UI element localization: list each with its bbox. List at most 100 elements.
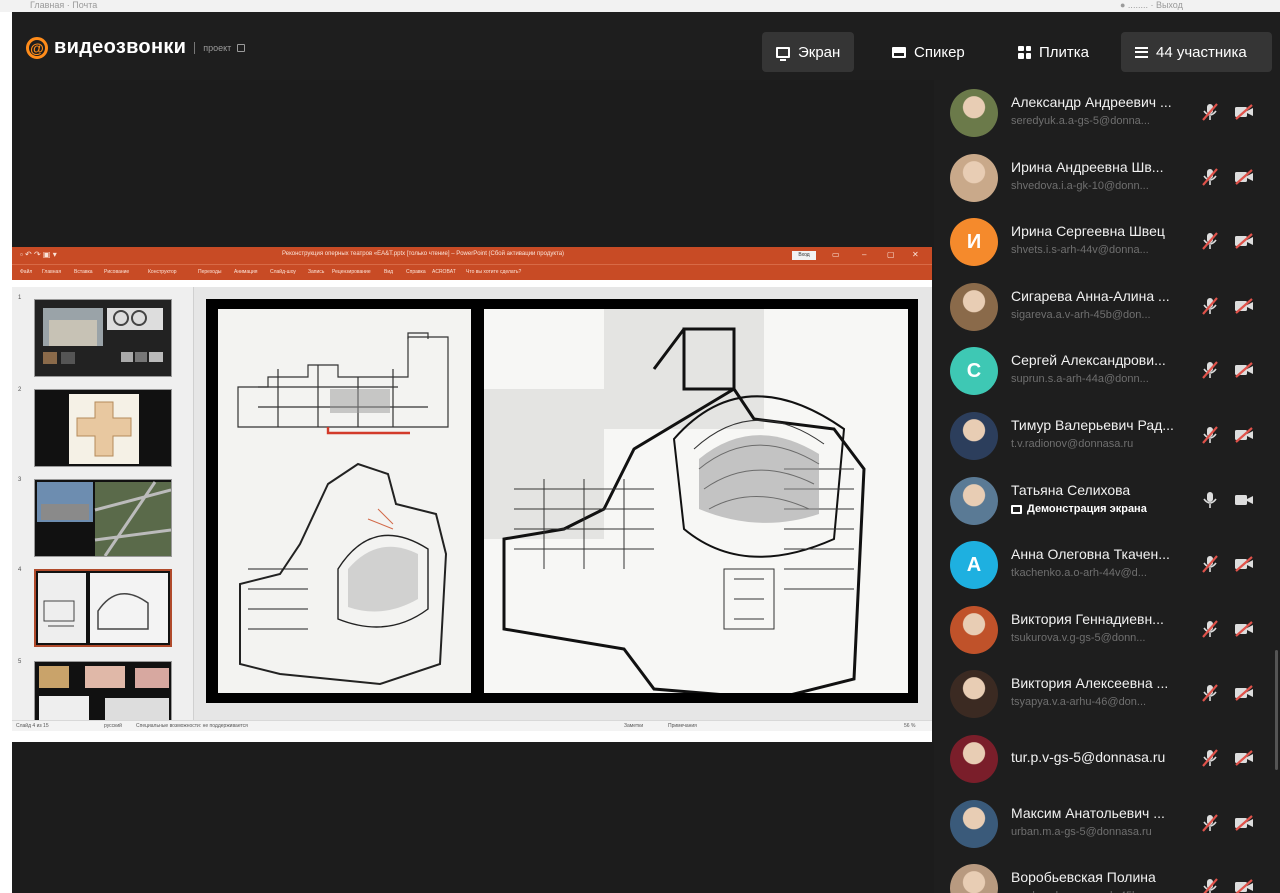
ribbon-tab[interactable]: Анимация: [234, 269, 257, 275]
mic-muted-icon[interactable]: [1201, 877, 1219, 893]
mic-muted-icon[interactable]: [1201, 360, 1219, 380]
participant-row[interactable]: Воробьевская Полинаvorobevskaya.p.s-arh-…: [934, 855, 1280, 893]
participant-row[interactable]: А Анна Олеговна Ткачен... tkachenko.a.o-ar…: [934, 532, 1280, 596]
status-slide-count: Слайд 4 из 15: [16, 723, 49, 729]
participant-email: t.v.radionov@donnasa.ru: [1011, 438, 1134, 450]
camera-off-icon[interactable]: [1234, 427, 1254, 443]
slide-number: 4: [18, 567, 22, 573]
ribbon-tab[interactable]: Что вы хотите сделать?: [466, 269, 521, 275]
avatar: С: [950, 347, 998, 396]
participant-row[interactable]: tur.p.v-gs-5@donnasa.ru: [934, 726, 1280, 790]
logo-project-label: проект: [203, 42, 232, 53]
mic-muted-icon[interactable]: [1201, 167, 1219, 187]
slide-thumbnail-1[interactable]: [34, 299, 172, 377]
participant-row[interactable]: И Ирина Сергеевна Швец shvets.i.s-arh-44v@…: [934, 209, 1280, 273]
ribbon-tab[interactable]: Конструктор: [148, 269, 177, 275]
camera-off-icon[interactable]: [1234, 620, 1254, 637]
slide-thumbnail-3[interactable]: [34, 479, 172, 557]
app-logo[interactable]: @ видеозвонки проект: [26, 36, 246, 59]
participant-name: Анна Олеговна Ткачен...: [1011, 546, 1170, 563]
camera-off-icon[interactable]: [1234, 233, 1254, 250]
participant-row[interactable]: С Сергей Александрови... suprun.s.a-arh-44…: [934, 338, 1280, 402]
mic-icon[interactable]: [1201, 490, 1219, 510]
avatar: [950, 735, 998, 783]
participant-row[interactable]: Ирина Андреевна Шв... shvedova.i.a-gk-10@…: [934, 145, 1280, 209]
participant-name: Сергей Александрови...: [1011, 352, 1166, 369]
avatar: [950, 799, 998, 848]
slide-number: 5: [18, 659, 22, 665]
logo-divider: [194, 41, 196, 54]
slide-thumbnail-2[interactable]: [34, 389, 172, 467]
mic-muted-icon[interactable]: [1201, 554, 1219, 574]
participant-row[interactable]: Сигарева Анна-Алина ... sigareva.a.v-arh-…: [934, 274, 1280, 338]
participant-name: Виктория Алексеевна ...: [1011, 675, 1169, 692]
ribbon-tab[interactable]: Рецензирование: [332, 269, 371, 275]
status-comments-button[interactable]: Примечания: [668, 723, 697, 729]
ribbon-tab[interactable]: Главная: [42, 269, 61, 275]
ppt-ribbon-display-icon[interactable]: ▭: [832, 251, 840, 259]
ribbon-tab[interactable]: Справка: [406, 269, 426, 275]
slide-thumbnail-4[interactable]: [34, 569, 172, 647]
slide-number: 2: [18, 387, 22, 393]
ribbon-tab[interactable]: Файл: [20, 269, 32, 275]
camera-icon[interactable]: [1234, 492, 1254, 508]
camera-off-icon[interactable]: [1234, 879, 1254, 893]
participant-row[interactable]: Александр Андреевич ... seredyuk.a.a-gs-5…: [934, 80, 1280, 144]
camera-off-icon[interactable]: [1234, 556, 1254, 573]
ppt-enter-button[interactable]: Вход: [792, 251, 816, 260]
theatre-floor-plan-drawing: [484, 309, 908, 701]
mic-muted-icon[interactable]: [1201, 296, 1219, 316]
ribbon-tab[interactable]: Переходы: [198, 269, 221, 275]
view-screen-button[interactable]: Экран: [762, 32, 855, 72]
ribbon-tab[interactable]: Слайд-шоу: [270, 269, 296, 275]
mic-muted-icon[interactable]: [1201, 813, 1219, 833]
ribbon-tab[interactable]: ACROBAT: [432, 269, 456, 275]
camera-off-icon[interactable]: [1234, 750, 1254, 766]
mic-muted-icon[interactable]: [1201, 683, 1219, 703]
ribbon-tab[interactable]: Запись: [308, 269, 324, 275]
mic-muted-icon[interactable]: [1201, 748, 1219, 768]
participant-name: Воробьевская Полина: [1011, 869, 1156, 886]
mic-muted-icon[interactable]: [1201, 619, 1219, 639]
drawing-left: [237, 332, 449, 686]
ribbon-tab[interactable]: Рисование: [104, 269, 129, 275]
participant-row[interactable]: Максим Анатольевич ... urban.m.a-gs-5@don…: [934, 791, 1280, 855]
mic-muted-icon[interactable]: [1201, 102, 1219, 122]
participants-toggle-button[interactable]: 44 участника: [1121, 32, 1272, 72]
participant-email: tkachenko.a.o-arh-44v@d...: [1011, 567, 1147, 580]
status-notes-button[interactable]: Заметки: [624, 723, 643, 729]
mic-muted-icon[interactable]: [1201, 231, 1219, 251]
minimize-icon[interactable]: –: [862, 251, 866, 259]
participant-row[interactable]: Виктория Алексеевна ... tsyapya.v.a-arhu-…: [934, 661, 1280, 725]
participant-email: seredyuk.a.a-gs-5@donna...: [1011, 115, 1150, 127]
participant-row[interactable]: Виктория Геннадиевн... tsukurova.v.g-gs-5…: [934, 597, 1280, 661]
camera-off-icon[interactable]: [1234, 168, 1254, 185]
close-icon[interactable]: ✕: [912, 251, 919, 259]
ribbon-tab[interactable]: Вид: [384, 269, 393, 275]
slide-canvas[interactable]: [206, 299, 918, 703]
status-zoom[interactable]: 56 %: [904, 723, 915, 729]
view-speaker-button[interactable]: Спикер: [878, 32, 979, 72]
camera-off-icon[interactable]: [1234, 685, 1254, 702]
participant-row[interactable]: Татьяна Селихова Демонстрация экрана: [934, 468, 1280, 532]
maximize-icon[interactable]: ▢: [887, 251, 895, 259]
view-speaker-label: Спикер: [914, 43, 965, 61]
participant-email: shvets.i.s-arh-44v@donna...: [1011, 244, 1149, 257]
participant-email: tsyapya.v.a-arhu-46@don...: [1011, 696, 1147, 709]
participants-panel: Александр Андреевич ... seredyuk.a.a-gs-5…: [934, 80, 1280, 893]
ribbon-tab[interactable]: Вставка: [74, 269, 93, 275]
participant-row[interactable]: Тимур Валерьевич Рад... t.v.radionov@donn…: [934, 403, 1280, 467]
participant-name: Максим Анатольевич ...: [1011, 804, 1165, 821]
status-accessibility: Специальные возможности: не поддерживает…: [136, 723, 248, 729]
mic-muted-icon[interactable]: [1201, 425, 1219, 445]
participant-email: shvedova.i.a-gk-10@donn...: [1011, 179, 1149, 192]
ppt-body: 1 2 3 4 5 Слайд 4 из 15 русский Специаль…: [12, 287, 932, 731]
participant-name: Сигарева Анна-Алина ...: [1011, 287, 1170, 304]
drawing-right: [484, 309, 866, 701]
camera-off-icon[interactable]: [1234, 104, 1254, 120]
view-tile-button[interactable]: Плитка: [1004, 32, 1103, 72]
camera-off-icon[interactable]: [1234, 362, 1254, 379]
slide-thumbnail-5[interactable]: [34, 661, 172, 727]
camera-off-icon[interactable]: [1234, 297, 1254, 314]
camera-off-icon[interactable]: [1234, 814, 1254, 831]
